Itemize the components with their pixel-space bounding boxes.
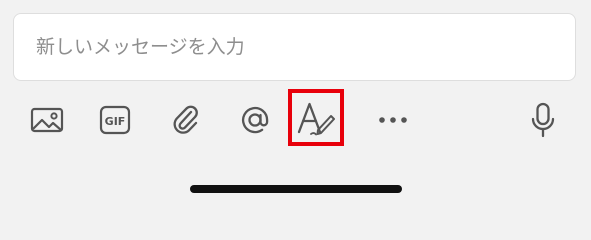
more-options-icon xyxy=(379,117,407,123)
gif-label: GIF xyxy=(105,115,126,128)
message-input[interactable] xyxy=(13,13,576,81)
attach-image-button[interactable] xyxy=(23,95,71,145)
text-format-button[interactable] xyxy=(288,89,344,146)
mention-button[interactable] xyxy=(231,95,279,145)
at-mention-icon xyxy=(242,106,269,134)
paperclip-icon xyxy=(173,105,198,134)
gif-icon: GIF xyxy=(99,105,131,135)
text-format-icon xyxy=(297,102,335,135)
image-icon xyxy=(30,107,64,133)
voice-message-button[interactable] xyxy=(519,95,567,145)
compose-toolbar: GIF xyxy=(0,89,591,146)
home-indicator xyxy=(190,185,402,193)
more-options-button[interactable] xyxy=(369,95,417,145)
microphone-icon xyxy=(531,102,555,138)
attach-file-button[interactable] xyxy=(162,95,210,145)
gif-button[interactable]: GIF xyxy=(91,95,139,145)
